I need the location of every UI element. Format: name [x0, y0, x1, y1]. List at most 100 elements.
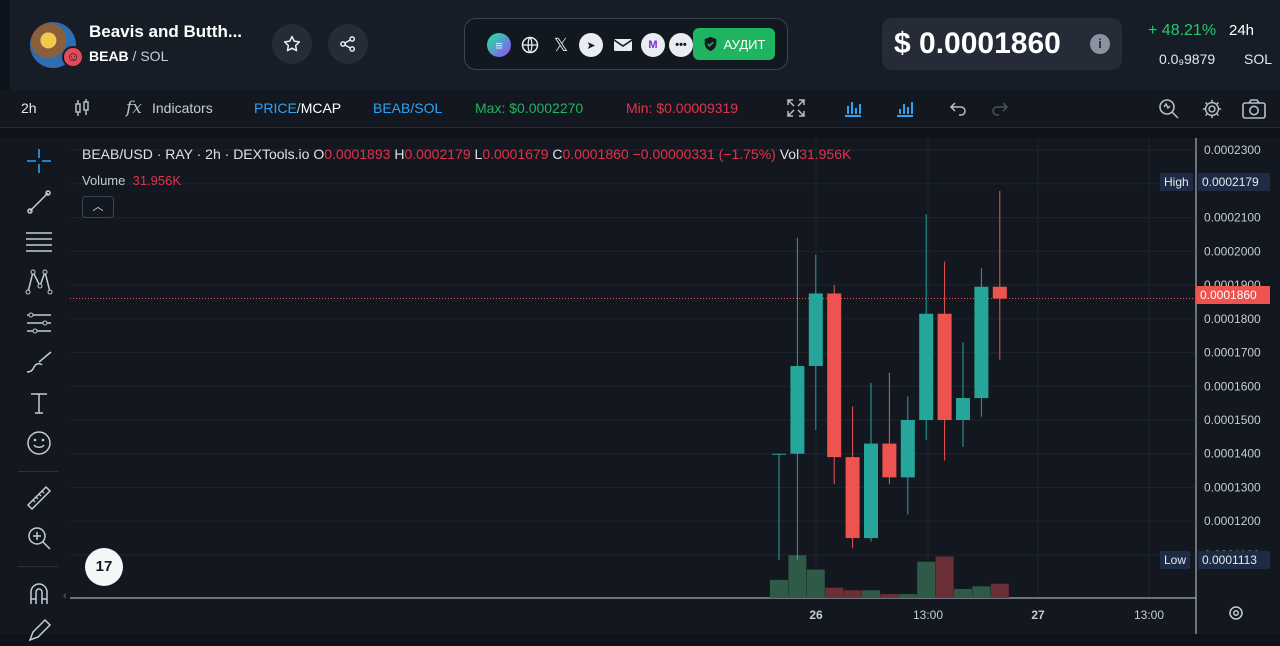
price-mcap-toggle[interactable]: PRICE/MCAP	[254, 100, 341, 116]
token-symbol: BEAB	[89, 48, 129, 64]
prediction-icon[interactable]	[24, 308, 54, 338]
x-tick-label: 13:00	[913, 608, 943, 622]
x-tick-label: 27	[1031, 608, 1045, 622]
candle-body	[790, 366, 805, 454]
current-price: $ 0.0001860	[894, 27, 1061, 60]
legend-high: 0.0002179	[404, 146, 471, 162]
pattern-icon[interactable]	[24, 267, 54, 297]
drawing-toolbar: ‹	[0, 138, 70, 642]
legend-close-label: C	[552, 146, 563, 162]
price-chart[interactable]: 0.00023000.00022000.00021000.00020000.00…	[70, 138, 1280, 634]
scan-icon[interactable]: M	[641, 33, 665, 57]
high-tag-value: 0.0002179	[1198, 173, 1270, 191]
volume-label: Volume	[82, 173, 126, 188]
expand-tools-icon[interactable]: ‹	[63, 590, 67, 602]
volume-bar	[935, 556, 954, 598]
tradingview-logo[interactable]: 17	[85, 548, 123, 586]
globe-icon[interactable]	[518, 33, 542, 57]
ohlc-legend: BEAB/USD · RAY · 2h · DEXTools.io O0.000…	[82, 146, 851, 162]
indicators-icon[interactable]: fx	[126, 98, 142, 118]
candle-body	[808, 293, 823, 367]
sol-unit: SOL	[1244, 51, 1273, 67]
y-tick-label: 0.0001800	[1204, 312, 1261, 326]
token-pair: BEAB / SOL	[89, 48, 169, 64]
legend-change: −0.00000331 (−1.75%)	[632, 146, 776, 162]
x-tick-label: 13:00	[1134, 608, 1164, 622]
current-price-tag: 0.0001860	[1196, 286, 1270, 304]
mcap-toggle[interactable]: MCAP	[301, 100, 341, 116]
trend-line-icon[interactable]	[24, 187, 54, 217]
social-links: ≡ 𝕏 ➤ M ••• АУДИТ	[464, 18, 788, 70]
low-tag-value: 0.0001113	[1198, 551, 1270, 569]
star-icon	[283, 35, 301, 52]
volume-bar	[862, 590, 880, 598]
candle-body	[827, 293, 842, 458]
camera-icon[interactable]	[1242, 98, 1266, 125]
candle-body	[882, 443, 897, 478]
redo-icon[interactable]	[990, 98, 1010, 123]
interval-selector[interactable]: 2h	[21, 100, 37, 116]
undo-icon[interactable]	[948, 98, 968, 123]
token-chain: SOL	[140, 48, 169, 64]
axis-settings-icon[interactable]	[1227, 604, 1245, 627]
pencil-icon[interactable]	[24, 616, 54, 646]
volume-bar	[972, 586, 991, 598]
legend-close: 0.0001860	[562, 146, 629, 162]
candle-body	[845, 457, 860, 539]
volume-bar	[770, 579, 788, 598]
y-tick-label: 0.0001700	[1204, 346, 1261, 360]
candle-body	[937, 313, 952, 420]
bar-chart-icon[interactable]	[843, 98, 863, 123]
sol-price: 0.0₉9879	[1159, 51, 1216, 67]
legend-vol: 31.956K	[799, 146, 852, 162]
y-tick-label: 0.0002100	[1204, 211, 1261, 225]
text-tool-icon[interactable]	[24, 388, 54, 418]
candle-type-icon[interactable]	[72, 98, 92, 123]
legend-open-label: O	[313, 146, 325, 162]
fullscreen-icon[interactable]	[786, 98, 806, 123]
change-period: 24h	[1229, 22, 1255, 39]
candle-body	[919, 313, 934, 420]
indicators-button[interactable]: Indicators	[152, 100, 213, 116]
tool-separator	[18, 471, 58, 472]
price-box: $ 0.0001860 i	[882, 18, 1122, 70]
favorite-button[interactable]	[272, 24, 312, 64]
volume-value: 31.956K	[132, 173, 182, 188]
y-tick-label: 0.0001500	[1204, 413, 1261, 427]
collapse-legend-button[interactable]: ︿	[82, 196, 114, 218]
fib-lines-icon[interactable]	[24, 227, 54, 257]
legend-low: 0.0001679	[482, 146, 549, 162]
emoji-icon[interactable]	[24, 428, 54, 458]
telegram-icon[interactable]: ➤	[579, 33, 603, 57]
info-icon[interactable]: i	[1090, 34, 1110, 54]
ruler-icon[interactable]	[24, 483, 54, 513]
more-icon[interactable]: •••	[669, 33, 693, 57]
email-icon[interactable]	[611, 33, 635, 57]
volume-bar	[898, 594, 917, 598]
solana-icon[interactable]: ≡	[487, 33, 511, 57]
volume-bar	[990, 583, 1009, 598]
y-tick-label: 0.0002000	[1204, 244, 1261, 258]
settings-icon[interactable]	[1201, 98, 1223, 125]
volume-chart-icon[interactable]	[895, 98, 915, 123]
share-button[interactable]	[328, 24, 368, 64]
candle-body	[864, 443, 878, 539]
crosshair-icon[interactable]	[24, 146, 54, 176]
legend-high-label: H	[394, 146, 405, 162]
magnet-icon[interactable]	[24, 578, 54, 608]
low-tag-label: Low	[1160, 551, 1191, 569]
audit-button[interactable]: АУДИТ	[693, 28, 775, 60]
zoom-in-icon[interactable]	[24, 523, 54, 553]
quick-search-icon[interactable]	[1158, 98, 1180, 125]
audit-label: АУДИТ	[723, 36, 766, 52]
chart-canvas[interactable]: 0.00023000.00022000.00021000.00020000.00…	[70, 138, 1280, 634]
brush-icon[interactable]	[24, 348, 54, 378]
candle-body	[956, 398, 970, 420]
pair-toggle[interactable]: BEAB/SOL	[373, 100, 442, 116]
tool-separator	[18, 566, 58, 567]
candle-body	[772, 453, 786, 455]
chart-toolbar: 2h fx Indicators PRICE/MCAP BEAB/SOL Max…	[0, 90, 1280, 128]
price-toggle[interactable]: PRICE	[254, 100, 297, 116]
candle-body	[900, 420, 915, 478]
x-icon[interactable]: 𝕏	[549, 33, 573, 57]
